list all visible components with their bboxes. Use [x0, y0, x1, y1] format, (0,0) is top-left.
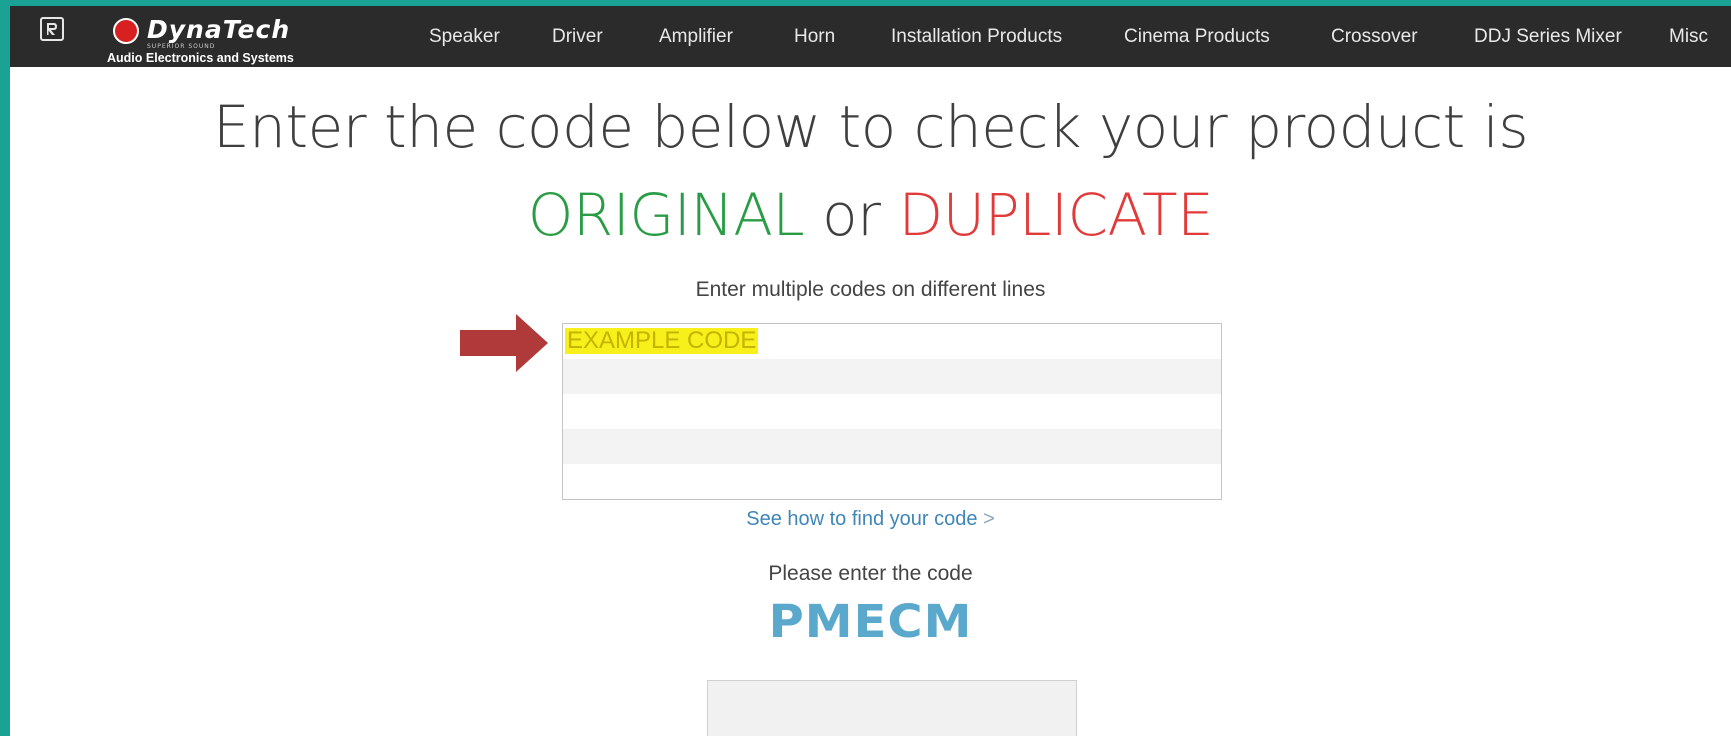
- window-frame-left: [0, 0, 10, 736]
- dynatech-logo[interactable]: DynaTech SUPERIOR SOUND Audio Electronic…: [105, 14, 315, 66]
- find-code-link[interactable]: See how to find your code >: [10, 508, 1731, 531]
- logo-subtitle: SUPERIOR SOUND: [147, 43, 216, 50]
- brand-logo-icon[interactable]: [40, 17, 64, 41]
- nav-item-crossover[interactable]: Crossover: [1331, 6, 1418, 67]
- logo-wordmark: DynaTech: [147, 15, 291, 44]
- code-line: [563, 429, 1221, 464]
- page-title-line2: ORIGINAL or DUPLICATE: [10, 174, 1731, 256]
- code-line: EXAMPLE CODE: [563, 324, 1221, 359]
- nav-item-horn[interactable]: Horn: [794, 6, 835, 67]
- nav-item-installation-products[interactable]: Installation Products: [891, 6, 1062, 67]
- page-title-line1: Enter the code below to check your produ…: [212, 93, 1529, 161]
- logo-tagline: Audio Electronics and Systems: [107, 51, 294, 65]
- find-code-link-label: See how to find your code: [746, 508, 978, 530]
- page-content: DynaTech SUPERIOR SOUND Audio Electronic…: [10, 0, 1731, 736]
- code-instructions: Enter multiple codes on different lines: [695, 278, 1046, 301]
- chevron-right-icon: >: [983, 508, 995, 530]
- original-label: ORIGINAL: [527, 181, 805, 249]
- logo-emblem-icon: [113, 18, 139, 44]
- nav-item-amplifier[interactable]: Amplifier: [659, 6, 733, 67]
- code-line: [563, 359, 1221, 394]
- nav-item-speaker[interactable]: Speaker: [429, 6, 500, 67]
- or-label: or: [804, 181, 899, 249]
- code-textarea[interactable]: EXAMPLE CODE: [562, 323, 1222, 500]
- arrow-right-icon: [460, 314, 548, 372]
- example-code-highlight: EXAMPLE CODE: [565, 327, 759, 354]
- nav-item-cinema-products[interactable]: Cinema Products: [1124, 6, 1270, 67]
- captcha-prompt: Please enter the code: [768, 562, 973, 585]
- nav-item-ddj-series-mixer[interactable]: DDJ Series Mixer: [1474, 6, 1622, 67]
- nav-item-driver[interactable]: Driver: [552, 6, 603, 67]
- captcha-image: PMECM: [768, 595, 973, 649]
- captcha-input[interactable]: [707, 680, 1077, 736]
- duplicate-label: DUPLICATE: [898, 181, 1214, 249]
- nav-item-misc[interactable]: Misc: [1669, 6, 1708, 67]
- navbar: DynaTech SUPERIOR SOUND Audio Electronic…: [10, 6, 1731, 67]
